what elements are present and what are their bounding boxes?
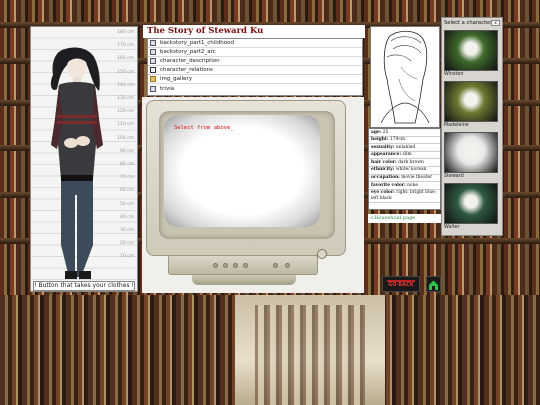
knob-icon (285, 263, 290, 268)
ruler-mark: 80 cm (119, 162, 134, 167)
ruler-mark: 150 cm (117, 69, 134, 75)
ruler-mark: 70 cm (119, 175, 134, 181)
file-item-img-gallery[interactable]: img_gallery (148, 75, 362, 84)
character-thumbnail-walter[interactable] (444, 183, 498, 224)
bio-label: ethnicity: (371, 167, 395, 173)
bio-row: hair color: dark brown (369, 159, 440, 167)
bio-row: occupation: movie theater (369, 175, 440, 183)
bio-row: age: 25 (369, 129, 440, 137)
knob-icon (233, 263, 238, 268)
ruler-mark: 170 cm (117, 43, 134, 49)
portrait-sketch (380, 30, 430, 124)
bio-value: dark brown (398, 159, 424, 165)
character-name-label: Walter (444, 225, 460, 230)
ruler-mark: 110 cm (117, 122, 134, 128)
bio-value: unlabled (395, 144, 416, 150)
knob-icon (213, 263, 218, 268)
screen-prompt: Select from above_ (174, 125, 234, 131)
document-icon (150, 58, 156, 64)
bio-value: 179cm (389, 137, 405, 143)
household-page-link[interactable]: <Household page (368, 214, 441, 223)
document-icon (150, 49, 156, 55)
knob-icon (223, 263, 228, 268)
bio-label: favorite color: (371, 182, 406, 188)
knob-icon (273, 263, 278, 268)
ruler-mark: 90 cm (119, 148, 134, 154)
ruler-mark: 140 cm (117, 82, 134, 88)
file-item-character-relations[interactable]: character_relations (148, 66, 362, 75)
bio-label: appearance: (371, 152, 402, 158)
file-name: backstory_part2_arc (160, 49, 216, 55)
character-thumbnail-madeleine[interactable] (444, 81, 498, 122)
selector-heading-text: Select a character: (444, 20, 493, 26)
bio-value: white/ korean (395, 167, 427, 173)
character-bio: age: 25 height: 179cm sexuality: unlabled a… (368, 128, 441, 210)
bio-value: movie theater (401, 175, 433, 181)
bio-row: ethnicity: white/ korean (369, 167, 440, 175)
ruler-mark: 40 cm (119, 214, 134, 220)
bio-label: occupation: (371, 175, 400, 181)
bio-label: age: (371, 129, 382, 135)
character-thumbnail-winston[interactable] (444, 30, 498, 71)
bio-row: favorite color: none (369, 182, 440, 190)
ruler-mark: 120 cm (117, 109, 134, 115)
ruler-mark: 180 cm (117, 30, 134, 35)
bio-label: eye color: (371, 190, 395, 196)
crt-monitor: Select from above_ (142, 97, 364, 293)
story-file-list: backstory_part1_childhood backstory_part… (147, 38, 363, 96)
library-hallway (235, 295, 385, 405)
ruler-mark: 30 cm (119, 228, 134, 233)
bio-label: height: (371, 137, 389, 143)
home-icon (429, 280, 438, 290)
document-icon (150, 40, 156, 46)
ruler-mark: 50 cm (119, 201, 134, 207)
character-name-label: Winston (444, 72, 464, 77)
ruler-mark: 130 cm (117, 96, 134, 101)
file-item-trivia[interactable]: trivia (148, 84, 362, 93)
ruler-mark: 160 cm (117, 56, 134, 62)
page-title: The Story of Steward Ku (143, 25, 365, 38)
file-name: trivia (160, 85, 175, 92)
character-selector: Select a character: x Winston Madeleine St… (441, 17, 503, 236)
bio-row: height: 179cm (369, 137, 440, 145)
character-name-label: Steward (444, 174, 464, 179)
character-height-panel: 180 cm 170 cm 160 cm 150 cm 140 cm 130 cm 120 … (30, 26, 138, 292)
file-name: character_description (160, 58, 220, 64)
bio-value: slim (402, 152, 412, 158)
crt-control-panel (168, 255, 318, 275)
character-figure (50, 47, 103, 279)
close-button[interactable]: x (491, 20, 500, 26)
bio-row: sexuality: unlabled (369, 144, 440, 152)
character-portrait (370, 26, 440, 128)
file-name: character_relations (160, 67, 213, 73)
selector-heading: Select a character: x (442, 18, 502, 28)
go-back-button[interactable]: GO BACK (382, 276, 420, 292)
ruler-mark: 20 cm (119, 241, 134, 247)
home-button[interactable] (426, 276, 441, 292)
file-item-character-description[interactable]: character_description (148, 57, 362, 66)
file-item-backstory-part1[interactable]: backstory_part1_childhood (148, 39, 362, 48)
file-item-backstory-part2[interactable]: backstory_part2_arc (148, 48, 362, 57)
ruler-mark: 10 cm (119, 254, 134, 260)
character-name-label: Madeleine (444, 123, 469, 128)
crt-stand (192, 275, 296, 285)
relations-icon (150, 67, 156, 73)
ruler-mark: 60 cm (119, 188, 134, 194)
bio-value: none (407, 182, 418, 188)
bio-label: hair color: (371, 159, 397, 165)
character-thumbnail-steward[interactable] (444, 132, 498, 173)
ruler-mark: 100 cm (117, 135, 134, 141)
knob-icon (243, 263, 248, 268)
crt-screen: Select from above_ (164, 115, 320, 227)
power-button-icon (317, 249, 327, 259)
document-icon (150, 85, 156, 92)
file-name: backstory_part1_childhood (160, 40, 235, 46)
bio-row: eye color: right: bright blue; left blac… (369, 190, 440, 203)
bio-label: sexuality: (371, 144, 395, 150)
bio-row: appearance: slim (369, 152, 440, 160)
bio-value: 25 (382, 129, 389, 135)
folder-icon (150, 76, 156, 82)
file-name: img_gallery (160, 76, 192, 82)
take-clothes-button[interactable]: ! Button that takes your clothes ! (33, 281, 135, 291)
